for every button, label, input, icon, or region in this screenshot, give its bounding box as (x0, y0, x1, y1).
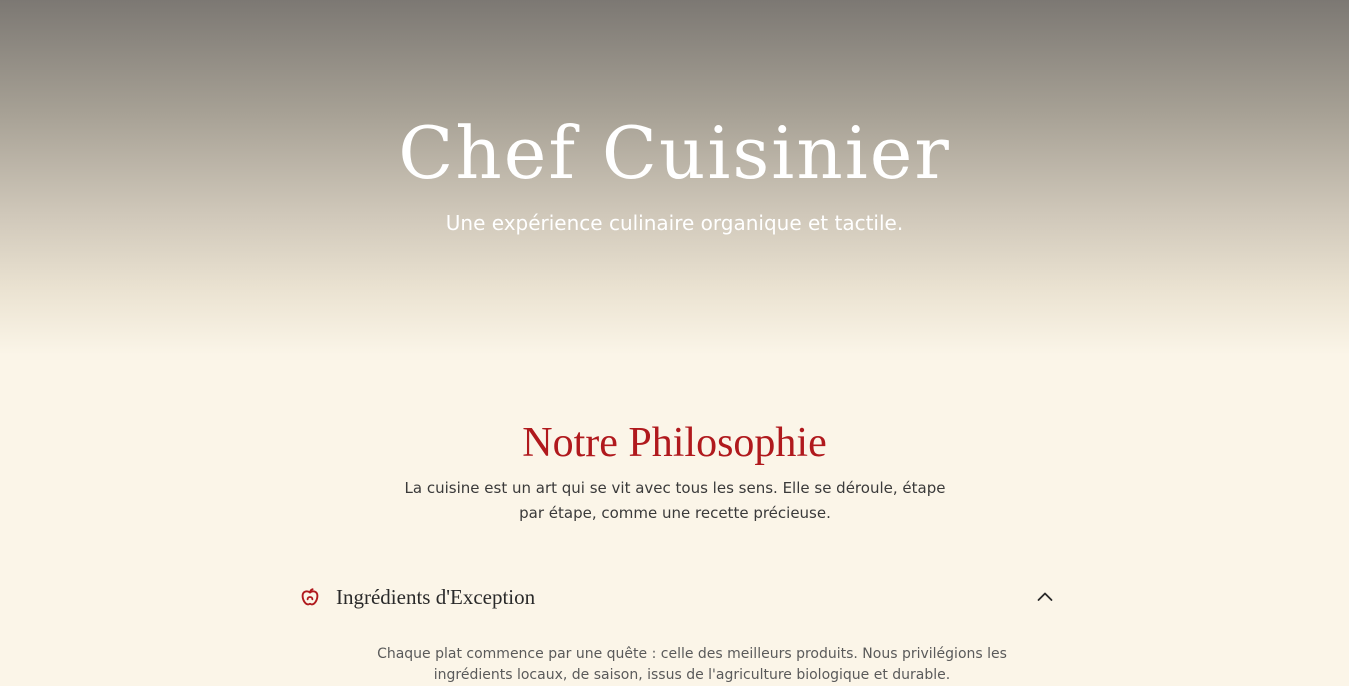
accordion-item-ingredients: Ingrédients d'Exception Chaque plat comm… (300, 577, 1056, 683)
accordion-title: Ingrédients d'Exception (336, 585, 536, 609)
section-intro: La cuisine est un art qui se vit avec to… (404, 479, 946, 522)
hero-tagline: Une expérience culinaire organique et ta… (445, 211, 904, 235)
apple-icon (300, 587, 320, 607)
accordion-header[interactable]: Ingrédients d'Exception (300, 577, 1056, 619)
accordion-body: Chaque plat commence par une quête : cel… (377, 646, 1007, 683)
hero-banner: Chef Cuisinier Une expérience culinaire … (0, 0, 1349, 355)
philosophy-section: Notre Philosophie La cuisine est un art … (0, 355, 1349, 684)
section-title: Notre Philosophie (522, 420, 827, 466)
chevron-up-icon[interactable] (1036, 588, 1054, 606)
hero-title: Chef Cuisinier (398, 111, 951, 195)
